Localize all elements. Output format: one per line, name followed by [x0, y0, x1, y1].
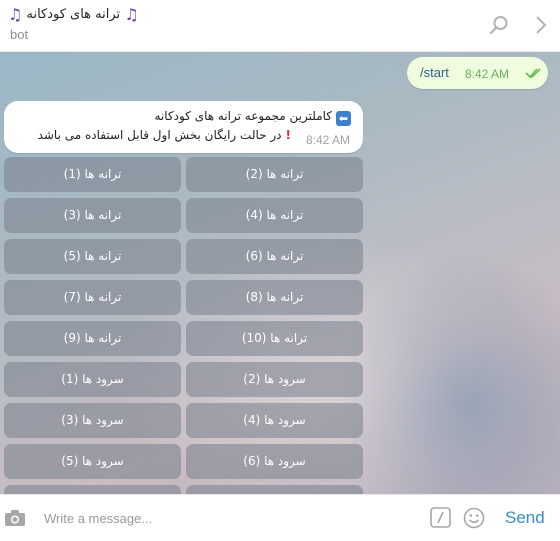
keyboard-button[interactable]: سرود ها (4)	[186, 403, 363, 438]
keyboard-button-partial[interactable]	[4, 485, 181, 494]
keyboard-button-partial[interactable]	[186, 485, 363, 494]
wallpaper-shade	[340, 252, 560, 494]
chat-header: ♫ ترانه های کودکانه ♫ bot	[0, 0, 560, 52]
keyboard-button[interactable]: ترانه ها (8)	[186, 280, 363, 315]
search-icon[interactable]	[488, 14, 510, 36]
chat-subtitle: bot	[10, 27, 29, 42]
chevron-right-icon[interactable]	[530, 14, 552, 36]
message-text: /start	[420, 65, 449, 80]
music-note-icon: ♫	[124, 5, 139, 24]
keyboard-button[interactable]: ترانه ها (3)	[4, 198, 181, 233]
keyboard-button[interactable]: سرود ها (3)	[4, 403, 181, 438]
chat-title[interactable]: ♫ ترانه های کودکانه ♫	[8, 5, 139, 24]
double-check-icon	[525, 68, 541, 79]
keyboard-button[interactable]: ترانه ها (4)	[186, 198, 363, 233]
emoji-icon[interactable]	[463, 507, 485, 529]
keyboard-button[interactable]: سرود ها (6)	[186, 444, 363, 479]
chat-title-text: ترانه های کودکانه	[26, 7, 121, 22]
keyboard-button[interactable]: سرود ها (5)	[4, 444, 181, 479]
message-line-2: !در حالت رایگان بخش اول قابل استفاده می …	[38, 128, 291, 142]
keyboard-button[interactable]: ترانه ها (9)	[4, 321, 181, 356]
outgoing-message[interactable]: /start 8:42 AM	[407, 57, 548, 89]
message-time: 8:42 AM	[306, 133, 351, 147]
keyboard-button[interactable]: ترانه ها (10)	[186, 321, 363, 356]
keyboard-button[interactable]: ترانه ها (5)	[4, 239, 181, 274]
music-note-icon: ♫	[8, 5, 23, 24]
message-line-2-text: در حالت رایگان بخش اول قابل استفاده می ب…	[37, 128, 282, 142]
keyboard-button[interactable]: سرود ها (1)	[4, 362, 181, 397]
keyboard-button[interactable]: سرود ها (2)	[186, 362, 363, 397]
message-line-1: ⬅کاملترین مجموعه ترانه های کودکانه	[154, 109, 351, 126]
bot-command-icon[interactable]	[430, 507, 451, 528]
message-line-1-text: کاملترین مجموعه ترانه های کودکانه	[154, 109, 333, 123]
keyboard-button[interactable]: ترانه ها (6)	[186, 239, 363, 274]
camera-icon[interactable]	[4, 508, 26, 528]
message-time: 8:42 AM	[465, 67, 510, 81]
keyboard-button[interactable]: ترانه ها (7)	[4, 280, 181, 315]
send-button[interactable]: Send	[505, 508, 545, 528]
left-arrow-icon: ⬅	[336, 111, 351, 126]
keyboard-button[interactable]: ترانه ها (1)	[4, 157, 181, 192]
keyboard-button[interactable]: ترانه ها (2)	[186, 157, 363, 192]
message-input[interactable]: Write a message...	[44, 511, 152, 526]
message-composer: Write a message... Send	[0, 494, 560, 541]
exclamation-icon: !	[285, 128, 291, 142]
chat-area[interactable]: /start 8:42 AM ⬅کاملترین مجموعه ترانه ها…	[0, 52, 560, 494]
incoming-message[interactable]: ⬅کاملترین مجموعه ترانه های کودکانه !در ح…	[4, 101, 363, 153]
